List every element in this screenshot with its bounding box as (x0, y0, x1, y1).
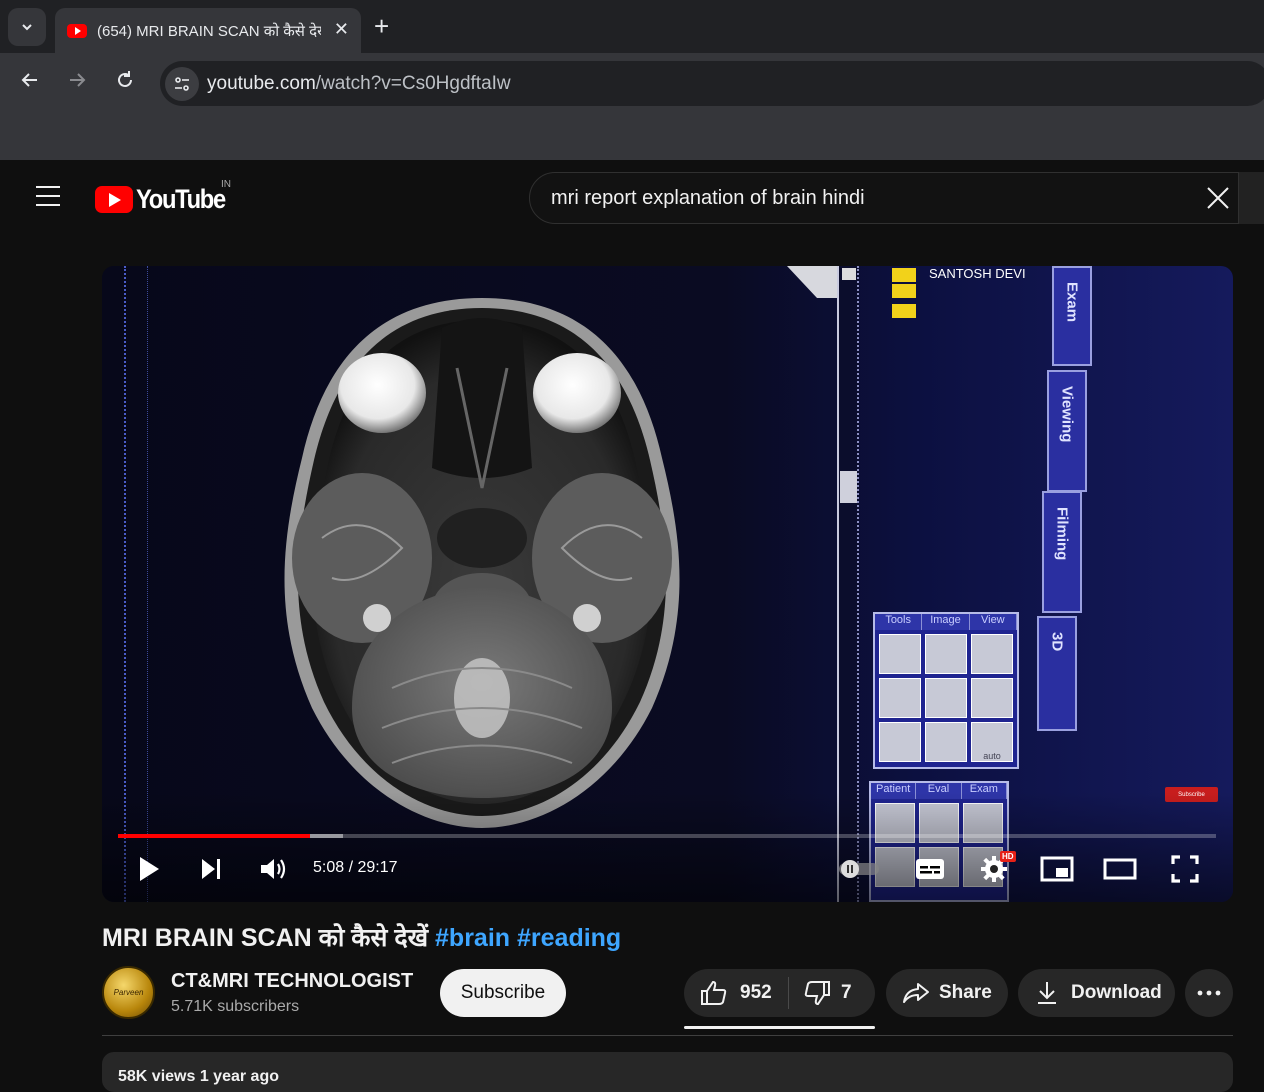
new-tab-button[interactable]: + (374, 12, 389, 40)
search-input[interactable]: mri report explanation of brain hindi (529, 172, 1264, 224)
monitor-layout-grid: auto (875, 630, 1017, 766)
reload-button[interactable] (111, 69, 139, 97)
hashtag-link[interactable]: #reading (517, 924, 621, 952)
like-button[interactable]: 952 (684, 977, 789, 1009)
reload-icon (118, 71, 132, 87)
tab-title: (654) MRI BRAIN SCAN को कैसे देखें (97, 22, 321, 40)
views-and-date: 58K views 1 year ago (118, 1068, 279, 1085)
video-title-text: MRI BRAIN SCAN को कैसे देखें (102, 924, 429, 952)
next-button[interactable] (194, 852, 228, 886)
more-horizontal-icon (1197, 990, 1221, 996)
download-icon (1038, 982, 1056, 1004)
monitor-tools-panel: Tools Image View auto (873, 612, 1019, 769)
search-query: mri report explanation of brain hindi (551, 186, 865, 209)
tune-icon (175, 76, 189, 91)
theater-mode-button[interactable] (1101, 852, 1139, 886)
menu-icon[interactable] (36, 186, 60, 206)
browser-tab-bar: (654) MRI BRAIN SCAN को कैसे देखें ✕ + (0, 0, 1264, 53)
chevron-down-icon (22, 24, 32, 31)
like-underline (684, 1026, 875, 1029)
download-button[interactable]: Download (1018, 969, 1175, 1017)
video-title: MRI BRAIN SCAN को कैसे देखें #brain #rea… (102, 920, 621, 954)
theater-icon (1103, 858, 1137, 880)
back-button[interactable] (16, 69, 44, 97)
monitor-scroll-thumb (840, 471, 857, 503)
channel-name[interactable]: CT&MRI TECHNOLOGIST (171, 970, 413, 993)
subscribe-button[interactable]: Subscribe (440, 969, 566, 1017)
search-button[interactable] (1238, 172, 1264, 224)
arrow-right-icon (70, 73, 86, 87)
share-icon (903, 983, 929, 1003)
channel-avatar[interactable]: Parveen (102, 966, 155, 1019)
folder-icon (892, 268, 916, 282)
monitor-scroll-up (842, 268, 856, 280)
clear-search-icon[interactable] (1203, 183, 1233, 213)
monitor-auto-label: auto (971, 722, 1013, 762)
tab-search-button[interactable] (8, 8, 46, 46)
youtube-logo[interactable]: YouTube (95, 184, 237, 215)
miniplayer-button[interactable] (1038, 852, 1076, 886)
play-button[interactable] (132, 852, 166, 886)
forward-button[interactable] (63, 69, 91, 97)
skip-next-icon (202, 859, 220, 879)
autoplay-toggle-icon (839, 860, 879, 878)
folder-icon (892, 304, 916, 318)
monitor-tab-viewing: Viewing (1047, 370, 1087, 492)
thumbs-up-icon (701, 980, 727, 1005)
download-label: Download (1071, 982, 1162, 1003)
folder-icon (892, 284, 916, 298)
dislike-count: 7 (841, 982, 852, 1003)
share-button[interactable]: Share (886, 969, 1008, 1017)
url-domain: youtube.com (207, 72, 316, 94)
monitor-tools-tab: Tools (875, 614, 923, 630)
url-path: /watch?v=Cs0HgdftaIw (315, 72, 511, 94)
autoplay-toggle[interactable] (836, 852, 884, 886)
browser-tab-active[interactable]: (654) MRI BRAIN SCAN को कैसे देखें ✕ (55, 8, 361, 53)
youtube-favicon-icon (67, 23, 87, 38)
hd-badge: HD (1000, 851, 1016, 862)
hashtag-link[interactable]: #brain (435, 924, 510, 952)
patient-name: SANTOSH DEVI (929, 266, 1026, 281)
dislike-button[interactable]: 7 (789, 980, 852, 1006)
monitor-corner-shape (787, 266, 837, 298)
divider (102, 1035, 1233, 1036)
share-label: Share (939, 982, 992, 1003)
more-actions-button[interactable] (1185, 969, 1233, 1017)
mri-brain-scan-image (284, 298, 680, 828)
youtube-header: YouTube IN mri report explanation of bra… (0, 160, 1264, 235)
captions-button[interactable] (912, 852, 948, 886)
monitor-tab-exam: Exam (1052, 266, 1092, 366)
fullscreen-icon (1171, 855, 1199, 883)
close-tab-icon[interactable]: ✕ (334, 19, 349, 40)
description-box[interactable]: 58K views 1 year ago (102, 1052, 1233, 1092)
thumbs-down-icon (804, 981, 830, 1006)
subscriber-count: 5.71K subscribers (171, 998, 300, 1015)
monitor-image-tab: Image (922, 614, 970, 630)
like-dislike-group: 952 7 (684, 969, 875, 1017)
monitor-view-tab: View (969, 614, 1017, 630)
subtitles-icon (916, 859, 944, 879)
youtube-play-logo-icon (95, 186, 133, 213)
progress-played (118, 834, 311, 838)
miniplayer-icon (1040, 856, 1074, 882)
arrow-left-icon (21, 73, 37, 87)
site-info-button[interactable] (165, 66, 199, 101)
fullscreen-button[interactable] (1166, 852, 1204, 886)
volume-icon (261, 859, 286, 879)
video-player[interactable]: SANTOSH DEVI Exam Viewing Filming 3D Too… (102, 266, 1233, 902)
country-code: IN (221, 179, 231, 190)
monitor-tab-3d: 3D (1037, 616, 1077, 731)
url-text: youtube.com/watch?v=Cs0HgdftaIw (207, 73, 511, 95)
like-count: 952 (740, 982, 772, 1003)
play-icon (140, 857, 159, 881)
monitor-tab-filming: Filming (1042, 491, 1082, 613)
time-display: 5:08 / 29:17 (313, 859, 398, 876)
progress-bar[interactable] (118, 834, 1216, 838)
browser-toolbar: youtube.com/watch?v=Cs0HgdftaIw (0, 53, 1264, 160)
youtube-logo-text: YouTube (136, 184, 226, 214)
avatar-text: Parveen (113, 988, 144, 997)
mute-button[interactable] (256, 852, 290, 886)
address-bar[interactable]: youtube.com/watch?v=Cs0HgdftaIw (160, 61, 1264, 106)
